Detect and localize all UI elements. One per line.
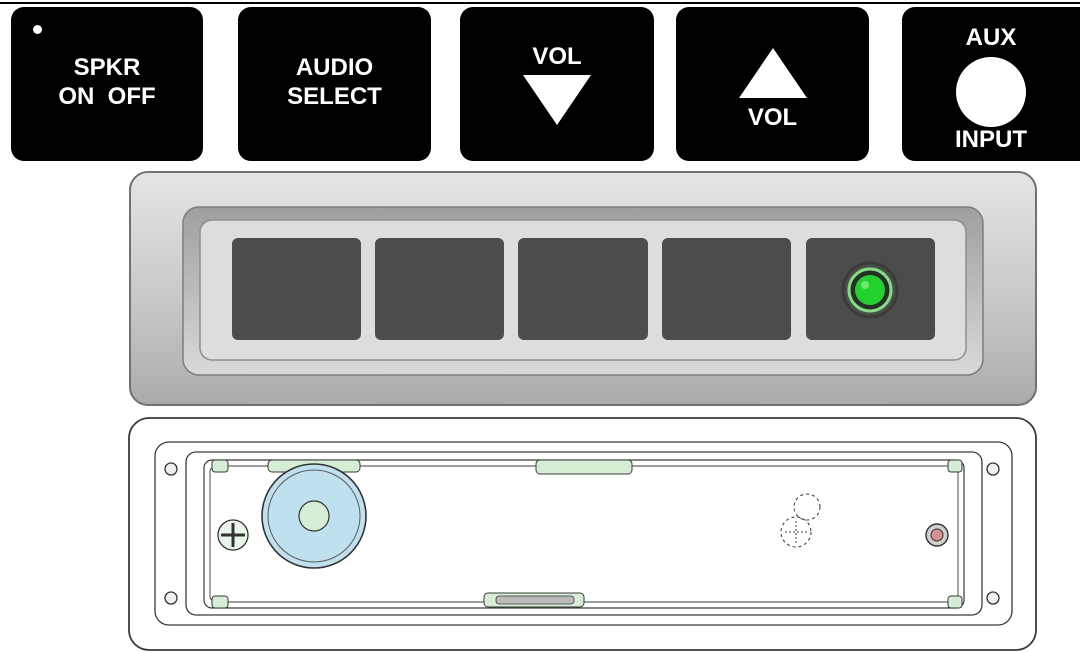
- phillips-screw-icon: [217, 519, 249, 551]
- speaker-icon: [261, 463, 367, 569]
- panel-drawing: [128, 171, 1037, 651]
- mounting-slot: [495, 595, 575, 605]
- button-slot[interactable]: [375, 238, 504, 340]
- button-slot[interactable]: [518, 238, 648, 340]
- dashed-screw-location-icon: [780, 493, 821, 548]
- led-indicator-icon: [841, 261, 899, 319]
- button-slot[interactable]: [232, 238, 361, 340]
- aux-jack-rear-icon: [925, 523, 949, 547]
- button-slot[interactable]: [662, 238, 791, 340]
